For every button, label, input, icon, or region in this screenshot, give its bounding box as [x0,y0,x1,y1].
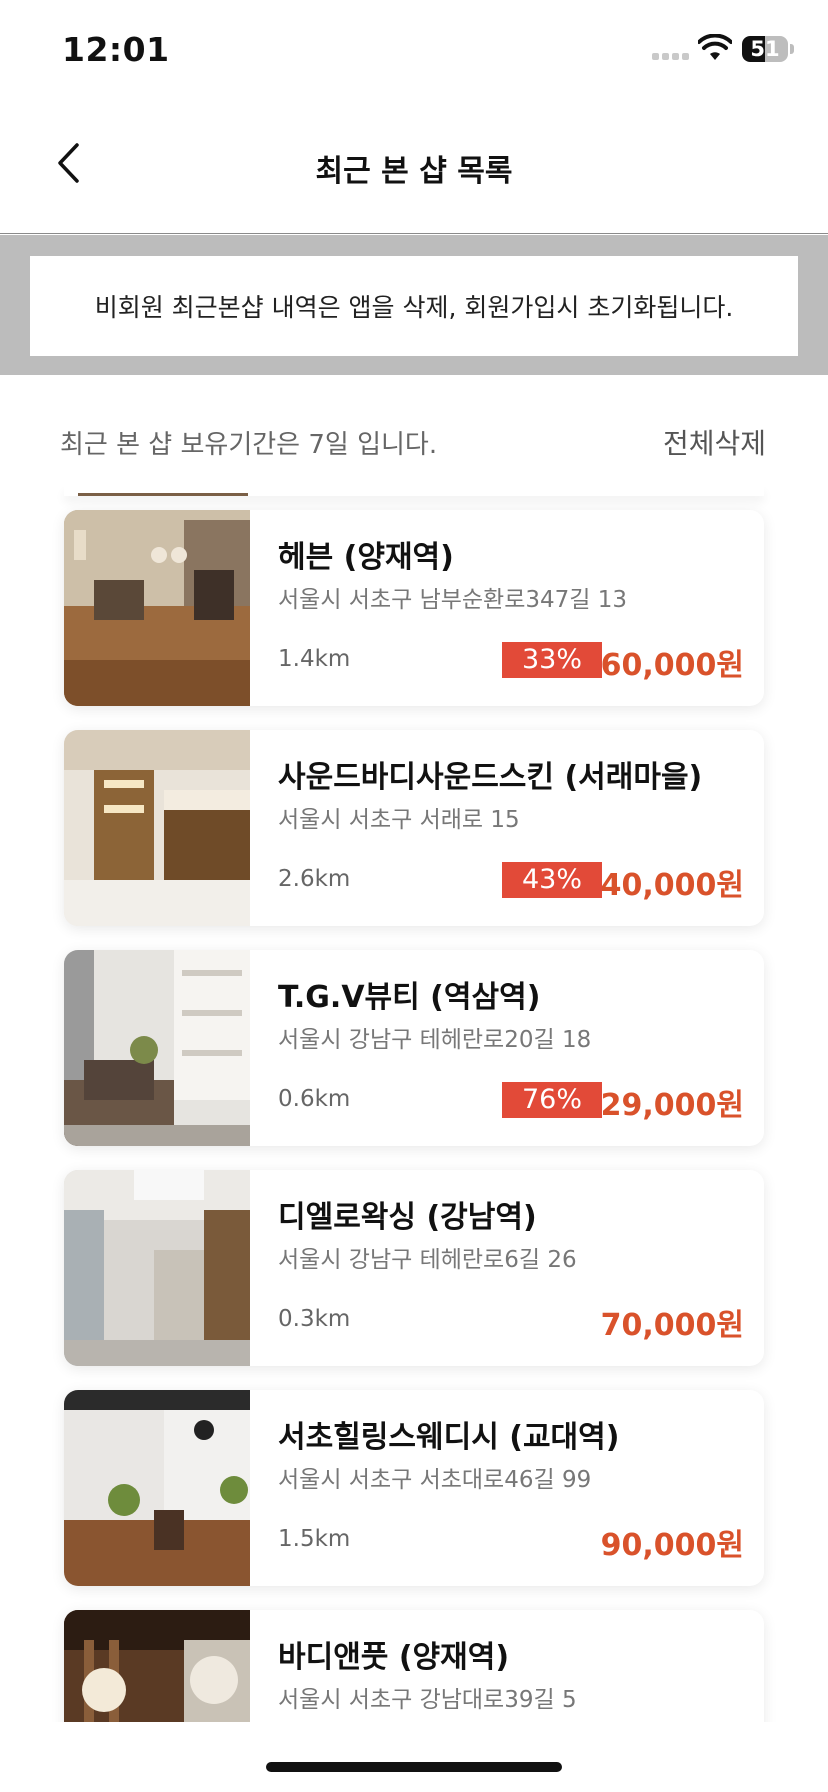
shop-distance: 1.4km [278,646,351,672]
shop-price: 40,000원 [600,868,744,903]
shop-price: 70,000원 [600,1308,744,1343]
shop-distance: 0.6km [278,1086,351,1112]
shop-address: 서울시 서초구 강남대로39길 5 [278,1687,577,1713]
shop-address: 서울시 서초구 서초대로46길 99 [278,1467,592,1493]
shop-card[interactable]: 디엘로왁싱 (강남역) 서울시 강남구 테헤란로6길 26 0.3km 70,0… [64,1170,764,1366]
shop-address: 서울시 강남구 테헤란로20길 18 [278,1027,592,1053]
previous-card-edge [64,486,764,496]
shop-name: 헤븐 (양재역) [278,540,454,575]
shop-card[interactable]: 바디앤풋 (양재역) 서울시 서초구 강남대로39길 5 [64,1610,764,1722]
shop-card[interactable]: 서초힐링스웨디시 (교대역) 서울시 서초구 서초대로46길 99 1.5km … [64,1390,764,1586]
retention-info-row: 최근 본 샵 보유기간은 7일 입니다. 전체삭제 [0,376,828,486]
recent-shop-list[interactable]: 헤븐 (양재역) 서울시 서초구 남부순환로347길 13 1.4km 33% … [0,486,828,1722]
shop-photo [64,1390,250,1586]
shop-name: T.G.V뷰티 (역삼역) [278,980,541,1015]
shop-address: 서울시 서초구 남부순환로347길 13 [278,587,628,613]
notice-banner: 비회원 최근본샵 내역은 앱을 삭제, 회원가입시 초기화됩니다. [0,235,828,375]
shop-card[interactable]: 헤븐 (양재역) 서울시 서초구 남부순환로347길 13 1.4km 33% … [64,510,764,706]
status-time: 12:01 [62,30,170,69]
discount-badge: 33% [502,642,602,678]
battery-cap [790,44,794,54]
shop-address: 서울시 서초구 서래로 15 [278,807,520,833]
navigation-bar: 최근 본 샵 목록 [0,100,828,234]
shop-card[interactable]: 사운드바디사운드스킨 (서래마을) 서울시 서초구 서래로 15 2.6km 4… [64,730,764,926]
delete-all-button[interactable]: 전체삭제 [663,422,766,462]
shop-photo [64,1170,250,1366]
shop-photo [64,1610,250,1722]
page-title: 최근 본 샵 목록 [315,154,513,189]
notice-text: 비회원 최근본샵 내역은 앱을 삭제, 회원가입시 초기화됩니다. [30,256,798,356]
home-indicator[interactable] [266,1762,562,1772]
shop-name: 서초힐링스웨디시 (교대역) [278,1420,620,1455]
discount-badge: 76% [502,1082,602,1118]
battery-icon: 51 [742,36,788,62]
shop-price: 60,000원 [600,648,744,683]
shop-photo [64,950,250,1146]
battery-percent: 51 [750,37,780,61]
shop-distance: 1.5km [278,1526,351,1552]
shop-price: 90,000원 [600,1528,744,1563]
shop-name: 바디앤풋 (양재역) [278,1640,510,1675]
shop-distance: 0.3km [278,1306,351,1332]
retention-period-text: 최근 본 샵 보유기간은 7일 입니다. [60,430,438,460]
shop-distance: 2.6km [278,866,351,892]
shop-photo [64,730,250,926]
shop-name: 디엘로왁싱 (강남역) [278,1200,537,1235]
shop-price: 29,000원 [600,1088,744,1123]
cellular-signal-icon [652,53,690,61]
shop-photo [64,510,250,706]
wifi-icon [698,34,732,60]
shop-name: 사운드바디사운드스킨 (서래마을) [278,760,703,795]
discount-badge: 43% [502,862,602,898]
status-bar: 12:01 51 [0,0,828,100]
shop-address: 서울시 강남구 테헤란로6길 26 [278,1247,577,1273]
shop-card[interactable]: T.G.V뷰티 (역삼역) 서울시 강남구 테헤란로20길 18 0.6km 7… [64,950,764,1146]
